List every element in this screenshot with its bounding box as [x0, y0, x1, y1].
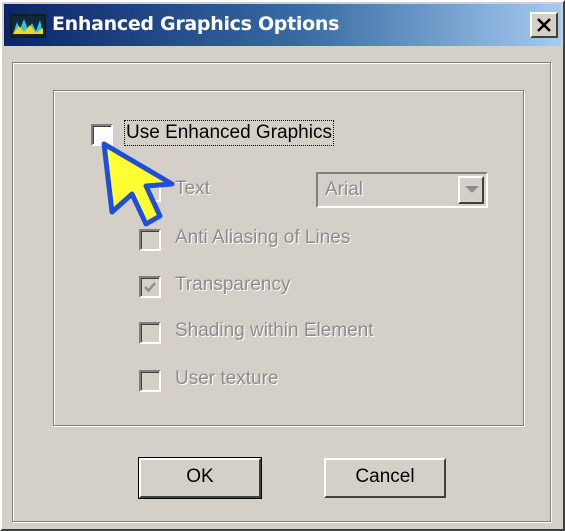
- shading-checkbox[interactable]: [139, 322, 161, 344]
- chevron-down-icon: [465, 186, 479, 193]
- font-select[interactable]: Arial: [316, 172, 488, 208]
- dialog-window: Enhanced Graphics Options Use Enhanced G…: [0, 0, 565, 531]
- shading-label: Shading within Element: [175, 320, 374, 341]
- transparency-checkbox[interactable]: [139, 276, 161, 298]
- ok-button[interactable]: OK: [138, 457, 262, 499]
- pointer-arrow-icon: [101, 141, 175, 227]
- font-select-arrow[interactable]: [458, 176, 484, 204]
- user-texture-label: User texture: [175, 368, 279, 389]
- app-icon: [10, 14, 46, 38]
- close-button[interactable]: [530, 12, 558, 38]
- cancel-button[interactable]: Cancel: [324, 458, 446, 498]
- title-bar[interactable]: Enhanced Graphics Options: [4, 4, 561, 46]
- anti-aliasing-label: Anti Aliasing of Lines: [175, 227, 351, 248]
- transparency-label: Transparency: [175, 274, 291, 295]
- check-icon: [144, 282, 156, 293]
- anti-aliasing-checkbox[interactable]: [139, 229, 161, 251]
- window-title: Enhanced Graphics Options: [52, 13, 340, 35]
- user-texture-checkbox[interactable]: [139, 370, 161, 392]
- text-option-label: Text: [175, 178, 210, 199]
- close-icon: [537, 18, 551, 32]
- font-select-value: Arial: [325, 179, 364, 200]
